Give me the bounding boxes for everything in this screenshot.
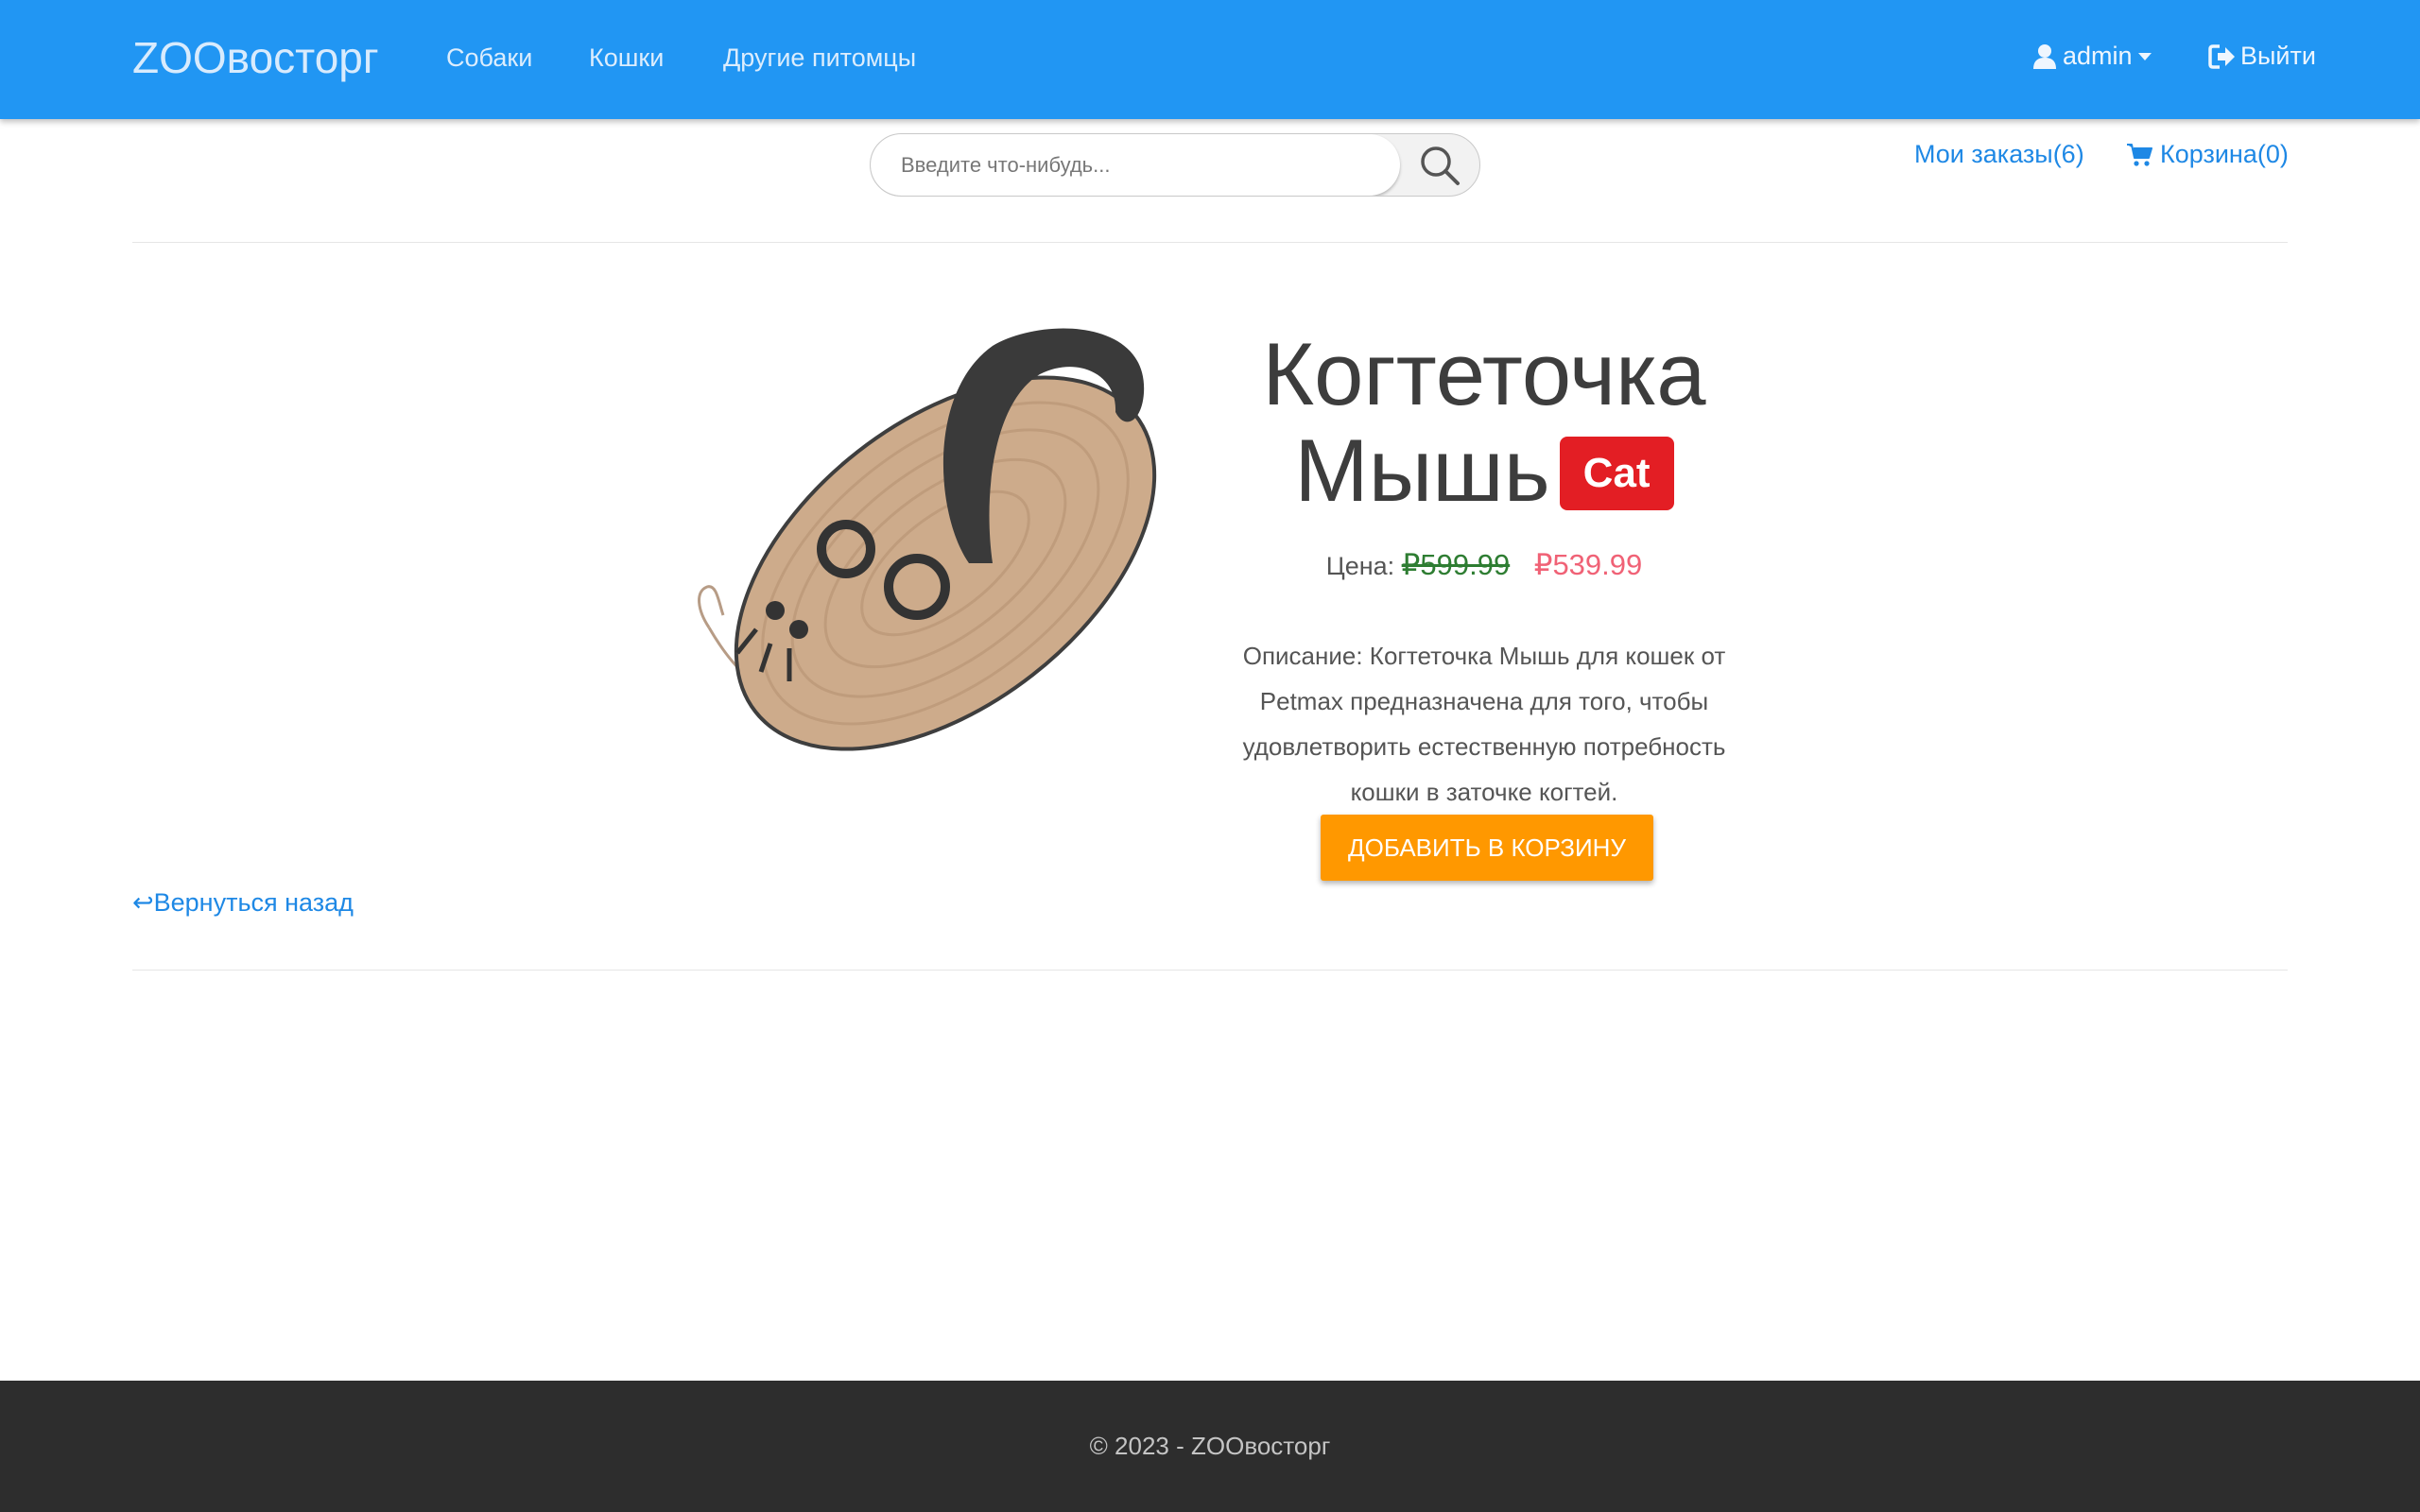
cart-icon — [2126, 143, 2152, 167]
product-title-line2-wrap: Мышь Cat — [1182, 422, 1787, 519]
user-menu[interactable]: admin — [2032, 42, 2152, 71]
search-icon — [1418, 144, 1461, 187]
product-image — [681, 280, 1191, 781]
nav-dogs[interactable]: Собаки — [446, 43, 532, 73]
top-navbar: ZOOвосторг Собаки Кошки Другие питомцы a… — [0, 0, 2420, 119]
price-row: Цена: ₽599.99 ₽539.99 — [1182, 548, 1787, 582]
back-link[interactable]: ↩Вернуться назад — [132, 888, 354, 918]
search-bar — [870, 133, 1480, 197]
nav-other-pets[interactable]: Другие питомцы — [723, 43, 916, 73]
top-divider — [132, 242, 2288, 243]
product-description: Описание: Когтеточка Мышь для кошек от P… — [1242, 642, 1726, 806]
my-orders-link[interactable]: Мои заказы(6) — [1914, 140, 2084, 169]
cart-link[interactable]: Корзина(0) — [2126, 140, 2289, 169]
new-price: ₽539.99 — [1533, 548, 1643, 581]
logout-link[interactable]: Выйти — [2208, 42, 2316, 71]
category-badge: Cat — [1559, 437, 1674, 511]
product-title-line2: Мышь — [1294, 421, 1550, 520]
price-label: Цена: — [1325, 552, 1395, 580]
bottom-divider — [132, 970, 2288, 971]
footer-copyright: © 2023 - ZOOвосторг — [1089, 1432, 1331, 1460]
logout-icon — [2208, 43, 2237, 70]
product-title-line1: Когтеточка — [1262, 324, 1706, 423]
old-price: ₽599.99 — [1401, 548, 1511, 581]
user-icon — [2032, 43, 2057, 70]
search-input[interactable] — [871, 134, 1400, 196]
user-name: admin — [2063, 42, 2133, 70]
brand-logo[interactable]: ZOOвосторг — [132, 32, 379, 83]
logout-label: Выйти — [2240, 42, 2316, 70]
cart-label: Корзина(0) — [2160, 140, 2289, 168]
nav-cats[interactable]: Кошки — [589, 43, 664, 73]
footer: © 2023 - ZOOвосторг — [0, 1381, 2420, 1512]
add-to-cart-button[interactable]: ДОБАВИТЬ В КОРЗИНУ — [1321, 815, 1653, 881]
search-button[interactable] — [1400, 134, 1479, 196]
chevron-down-icon — [2137, 52, 2152, 60]
product-title: Когтеточка Мышь Cat — [1182, 326, 1787, 519]
